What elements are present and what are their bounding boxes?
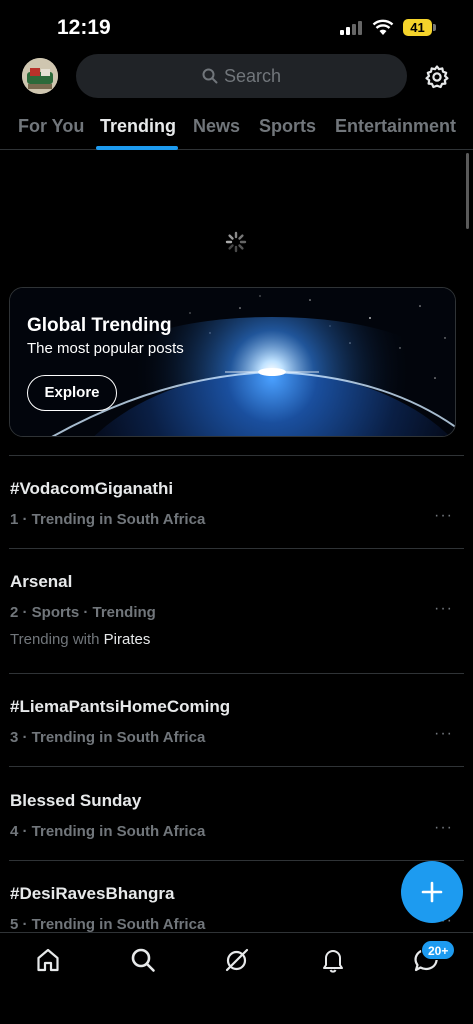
tab-for-you[interactable]: For You: [18, 116, 84, 137]
trend-item[interactable]: Blessed Sunday 4 · Trending in South Afr…: [10, 791, 465, 840]
divider: [9, 548, 464, 549]
trend-item[interactable]: #LiemaPantsiHomeComing 3 · Trending in S…: [10, 697, 465, 746]
trend-title: Blessed Sunday: [10, 791, 142, 810]
divider: [9, 673, 464, 674]
trend-item[interactable]: Arsenal 2 · Sports · Trending Trending w…: [10, 572, 465, 648]
trend-meta: 3 · Trending in South Africa: [10, 729, 206, 746]
trend-with: Trending with Pirates: [10, 631, 465, 648]
trend-meta: 5 · Trending in South Africa: [10, 916, 206, 933]
trend-title: #DesiRavesBhangra: [10, 884, 175, 903]
tab-bar: For You Trending News Sports Entertainme…: [0, 108, 473, 150]
battery-cap: [433, 24, 436, 31]
banner-title: Global Trending: [27, 315, 172, 336]
gear-icon[interactable]: [424, 64, 450, 90]
earth-image: [10, 288, 455, 436]
avatar[interactable]: [22, 58, 58, 94]
divider: [9, 860, 464, 861]
trend-with-name: Pirates: [103, 631, 151, 648]
home-icon[interactable]: [35, 947, 61, 973]
bottom-nav: [0, 932, 473, 1024]
plus-icon: [421, 881, 443, 903]
divider: [9, 766, 464, 767]
trend-title: #VodacomGiganathi: [10, 479, 174, 498]
trend-item[interactable]: #VodacomGiganathi 1 · Trending in South …: [10, 479, 465, 528]
trend-meta: 2 · Sports · Trending: [10, 604, 156, 621]
tab-entertainment[interactable]: Entertainment: [335, 116, 456, 137]
status-bar: 12:19 41: [0, 0, 473, 52]
tab-sports[interactable]: Sports: [259, 116, 316, 137]
trend-title: #LiemaPantsiHomeComing: [10, 697, 231, 716]
avatar-image: [22, 58, 58, 94]
trend-item[interactable]: #DesiRavesBhangra 5 · Trending in South …: [10, 884, 465, 933]
trend-with-prefix: Trending with: [10, 631, 100, 648]
tab-trending[interactable]: Trending: [100, 116, 176, 137]
battery-level: 41: [410, 20, 425, 35]
explore-button[interactable]: Explore: [27, 375, 117, 411]
search-icon: [202, 68, 218, 84]
trend-title: Arsenal: [10, 572, 73, 591]
divider: [9, 455, 464, 456]
scrollbar[interactable]: [466, 153, 469, 229]
trend-meta: 1 · Trending in South Africa: [10, 511, 206, 528]
global-trending-banner[interactable]: Global Trending The most popular posts E…: [9, 287, 456, 437]
search-bar[interactable]: Search: [76, 54, 407, 98]
banner-subtitle: The most popular posts: [27, 340, 184, 357]
tab-news[interactable]: News: [193, 116, 240, 137]
search-icon[interactable]: [130, 947, 156, 973]
trend-meta: 4 · Trending in South Africa: [10, 823, 206, 840]
more-options-icon[interactable]: ···: [434, 600, 453, 618]
active-tab-indicator: [96, 146, 178, 150]
search-placeholder: Search: [223, 65, 282, 86]
loading-spinner-icon: [225, 231, 247, 253]
status-time: 12:19: [57, 16, 111, 39]
grok-icon[interactable]: [224, 947, 250, 973]
compose-button[interactable]: [401, 861, 463, 923]
more-options-icon[interactable]: ···: [434, 507, 453, 525]
wifi-icon: [372, 19, 394, 35]
more-options-icon[interactable]: ···: [434, 819, 453, 837]
more-options-icon[interactable]: ···: [434, 725, 453, 743]
battery-icon: 41: [403, 19, 432, 36]
bell-icon[interactable]: [320, 947, 346, 973]
messages-badge: 20+: [421, 940, 456, 960]
signal-icon: [340, 21, 362, 35]
